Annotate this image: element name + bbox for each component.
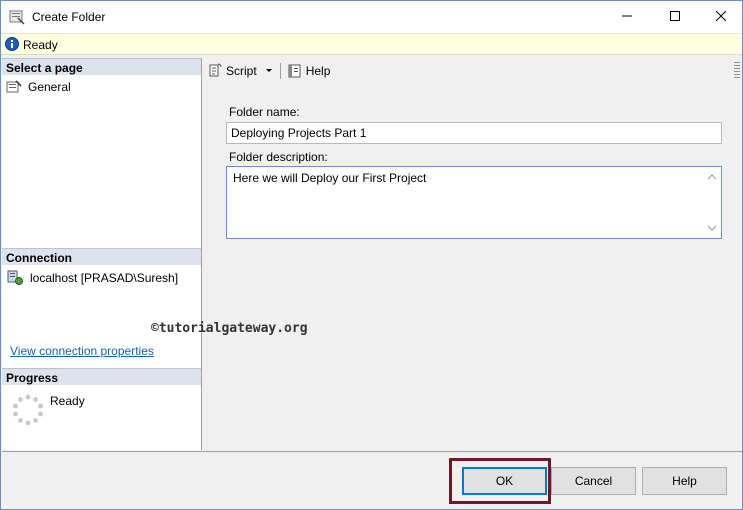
right-pane: Script Help Folder name: Deploying Proje…: [203, 58, 742, 450]
progress-header: Progress: [2, 368, 201, 385]
connection-label: localhost [PRASAD\Suresh]: [30, 271, 179, 285]
page-item-general[interactable]: General: [6, 79, 71, 95]
watermark: ©tutorialgateway.org: [151, 321, 308, 336]
scroll-down-icon[interactable]: [707, 223, 717, 233]
toolbar: Script Help: [203, 58, 742, 84]
folder-name-label: Folder name:: [229, 105, 300, 119]
title-bar: Create Folder: [1, 1, 742, 33]
textarea-scrollbar[interactable]: [704, 168, 720, 237]
folder-description-textarea[interactable]: Here we will Deploy our First Project: [226, 166, 722, 239]
cancel-button[interactable]: Cancel: [551, 467, 636, 495]
create-folder-dialog: Create Folder Ready Select a page Genera…: [0, 0, 743, 510]
app-icon: [9, 10, 25, 25]
minimize-icon: [622, 15, 632, 17]
status-bar: Ready: [1, 33, 742, 55]
connection-item: localhost [PRASAD\Suresh]: [6, 270, 178, 286]
server-connection-icon: [7, 270, 23, 285]
toolbar-separator: [279, 63, 281, 79]
chevron-down-icon[interactable]: [264, 67, 274, 75]
minimize-button[interactable]: [604, 1, 650, 31]
button-bar: OK Cancel Help: [2, 451, 742, 509]
page-item-label: General: [28, 80, 71, 94]
toolbar-grip: [734, 62, 740, 80]
info-icon: [5, 37, 19, 51]
close-button[interactable]: [698, 1, 742, 31]
progress-status: Ready: [50, 394, 85, 408]
maximize-button[interactable]: [652, 1, 698, 31]
left-pane: Select a page General Connection localho…: [2, 58, 202, 450]
ok-button[interactable]: OK: [462, 467, 547, 495]
progress-item: Ready: [12, 394, 192, 434]
help-toolbar-button[interactable]: Help: [283, 60, 335, 82]
help-book-icon: [288, 64, 301, 78]
page-settings-icon: [6, 80, 22, 93]
form-area: Folder name: Deploying Projects Part 1 F…: [205, 86, 740, 448]
window-title: Create Folder: [32, 10, 106, 24]
folder-name-input[interactable]: Deploying Projects Part 1: [226, 122, 722, 144]
maximize-icon: [670, 11, 680, 21]
close-icon: [716, 11, 726, 21]
folder-description-label: Folder description:: [229, 150, 328, 164]
script-icon: [209, 63, 222, 77]
connection-header: Connection: [2, 248, 201, 265]
folder-description-text: Here we will Deploy our First Project: [233, 171, 427, 185]
spinner-icon: [13, 394, 43, 426]
view-connection-properties-link[interactable]: View connection properties: [10, 344, 154, 358]
script-label: Script: [226, 64, 257, 78]
status-text: Ready: [23, 38, 58, 52]
scroll-up-icon[interactable]: [707, 172, 717, 182]
help-label: Help: [305, 64, 331, 78]
select-page-header: Select a page: [2, 58, 201, 75]
script-button[interactable]: Script: [203, 60, 278, 82]
help-button[interactable]: Help: [642, 467, 727, 495]
